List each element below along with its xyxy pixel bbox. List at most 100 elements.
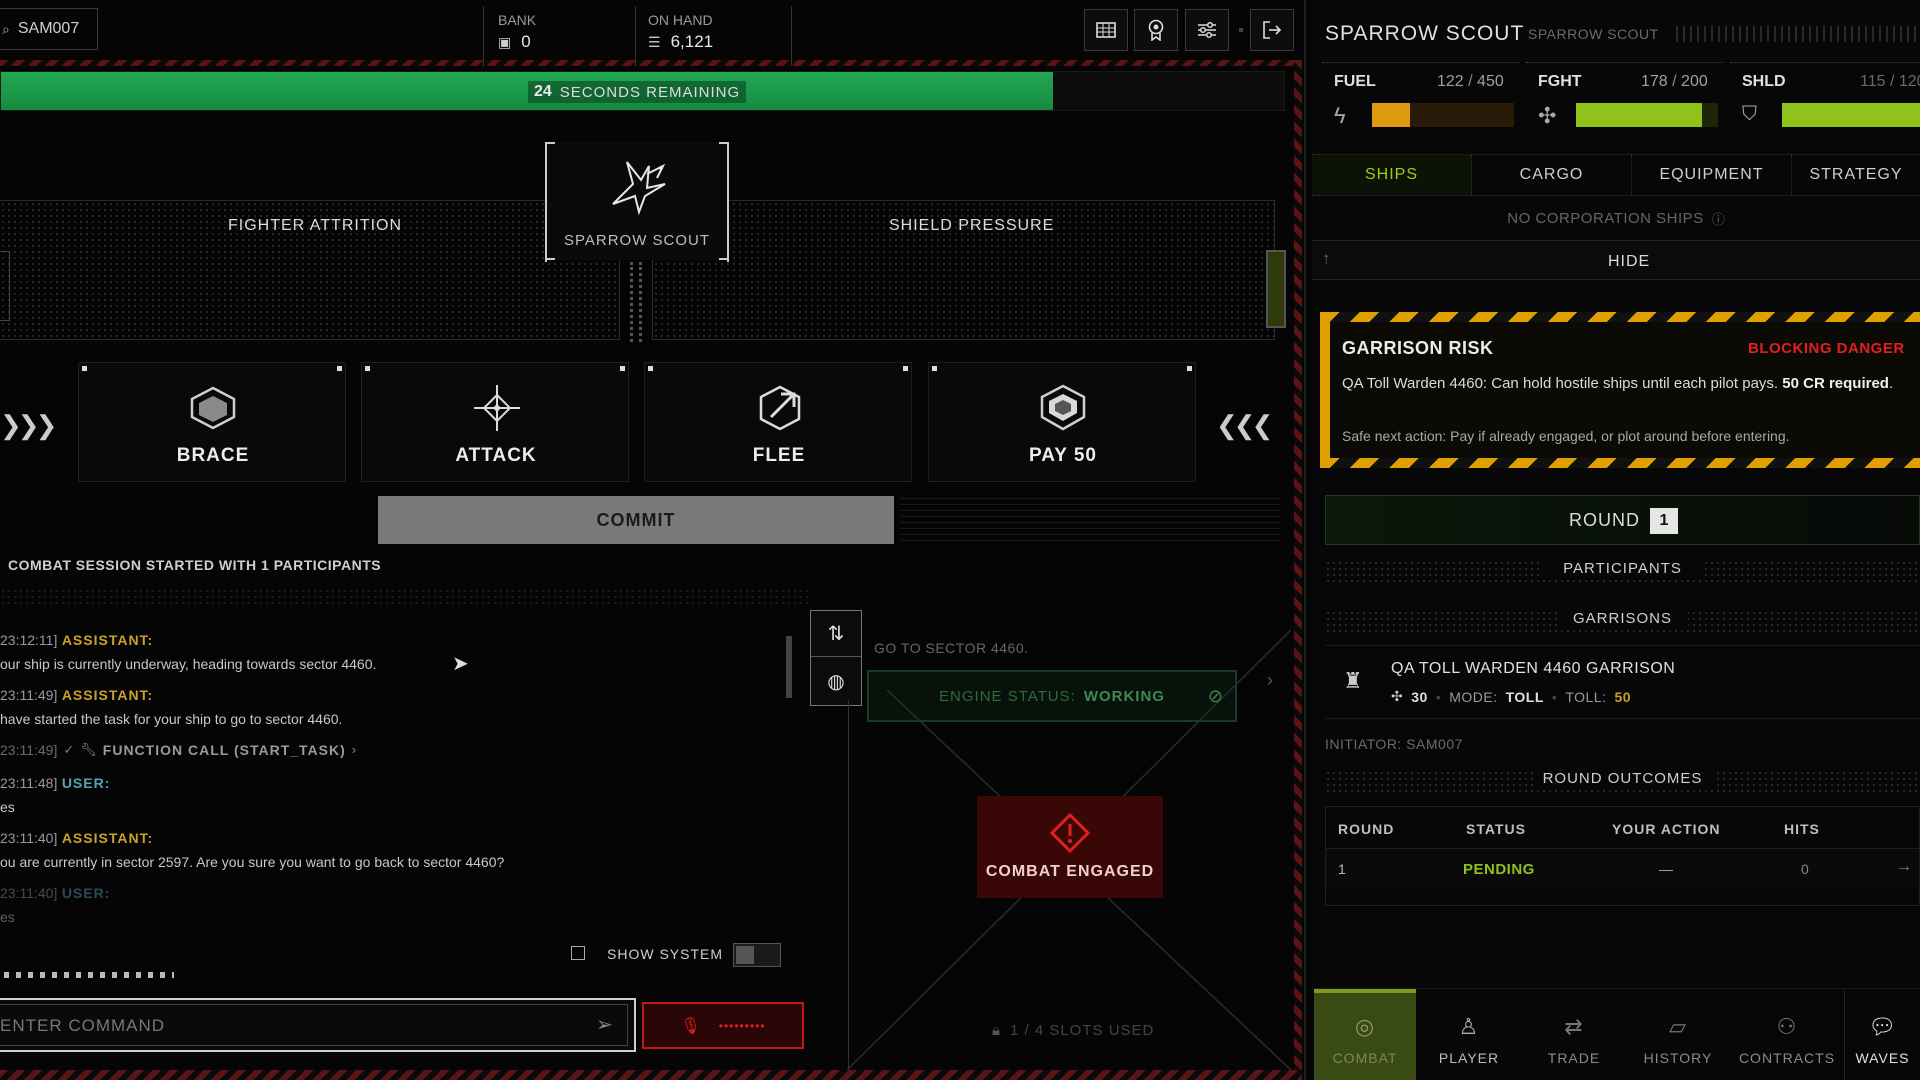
ship-subname: SPARROW SCOUT xyxy=(1528,26,1659,42)
th-round: ROUND xyxy=(1338,821,1395,837)
tab-strategy[interactable]: STRATEGY xyxy=(1792,155,1920,195)
timer-label: SECONDS REMAINING xyxy=(559,83,741,101)
th-hits: HITS xyxy=(1784,821,1820,837)
copy-icon[interactable] xyxy=(571,946,585,960)
blocking-danger-badge: BLOCKING DANGER xyxy=(1748,340,1905,357)
garrison-desc-end: . xyxy=(1888,375,1894,392)
waves-chat-icon: 💬︎ xyxy=(1868,1014,1897,1039)
garrison-item-name: QA TOLL WARDEN 4460 GARRISON xyxy=(1391,660,1676,677)
tab-strategy-label: STRATEGY xyxy=(1809,166,1903,183)
ship-card-label: SPARROW SCOUT xyxy=(563,232,711,249)
slots-used-text: 1 / 4 SLOTS USED xyxy=(1009,1022,1155,1039)
fuel-values: 122 / 450 xyxy=(1437,73,1504,90)
shld-bar-track xyxy=(1782,103,1920,127)
badge-button[interactable] xyxy=(1134,9,1178,51)
hazard-border-right xyxy=(1294,60,1302,1080)
search-icon: ⌕ xyxy=(2,20,10,37)
username: SAM007 xyxy=(17,20,80,37)
shld-stat: SHLD 115 / 120 ⛉ xyxy=(1730,62,1920,144)
log-msg: es xyxy=(0,909,15,925)
tab-equipment-label: EQUIPMENT xyxy=(1659,166,1764,183)
map-button[interactable] xyxy=(1084,9,1128,51)
log-scrollbar[interactable] xyxy=(786,636,792,698)
log-msg: have started the task for your ship to g… xyxy=(0,711,343,727)
combat-nav-icon: ◎ xyxy=(1354,1014,1376,1039)
user-box[interactable]: ⌕ SAM007 xyxy=(0,8,98,50)
conversation-log[interactable]: 23:12:11] ASSISTANT: our ship is current… xyxy=(0,632,800,932)
shield-pressure-panel: SHIELD PRESSURE xyxy=(652,200,1275,340)
commit-button[interactable]: COMMIT xyxy=(378,496,894,544)
tab-equipment[interactable]: EQUIPMENT xyxy=(1632,155,1792,195)
credits-icon: ☰ xyxy=(648,33,661,50)
th-status: STATUS xyxy=(1466,821,1526,837)
garrison-fighters: 30 xyxy=(1411,688,1428,705)
task-next-icon[interactable]: › xyxy=(1267,670,1273,691)
log-ts: 23:11:48] xyxy=(0,775,58,791)
nav-waves[interactable]: 💬︎ WAVES xyxy=(1844,989,1920,1080)
swap-icon: ⇅ xyxy=(827,623,845,645)
map-icon xyxy=(1096,22,1116,38)
nav-player[interactable]: ♙ PLAYER xyxy=(1416,989,1522,1080)
nav-trade[interactable]: ⇄ TRADE xyxy=(1522,989,1626,1080)
table-row[interactable]: 1 PENDING — 0 → xyxy=(1326,849,1919,889)
row-arrow-icon[interactable]: → xyxy=(1896,858,1912,876)
engine-status-value: WORKING xyxy=(1083,687,1165,705)
nav-history[interactable]: ▱ HISTORY xyxy=(1626,989,1730,1080)
lightning-icon: ϟ xyxy=(1334,103,1346,128)
garrisons-row[interactable]: GARRISONS xyxy=(1325,610,1920,632)
separator-dot xyxy=(1239,28,1243,32)
info-icon[interactable]: ⓘ xyxy=(1712,209,1725,228)
hide-bar[interactable]: ↑ HIDE xyxy=(1312,240,1920,280)
tab-bar: SHIPS CARGO EQUIPMENT STRATEGY xyxy=(1312,154,1920,196)
award-icon xyxy=(1148,19,1164,41)
nav-combat[interactable]: ◎ COMBAT xyxy=(1314,989,1416,1080)
log-msg: ou are currently in sector 2597. Are you… xyxy=(0,854,505,870)
action-attack[interactable]: ATTACK xyxy=(361,362,629,482)
garrison-item[interactable]: ♜ QA TOLL WARDEN 4460 GARRISON ✣ 30 • MO… xyxy=(1325,645,1920,719)
initiator-text: INITIATOR: SAM007 xyxy=(1325,736,1463,752)
round-label: ROUND xyxy=(1569,510,1640,530)
function-call-row[interactable]: 23:11:49] ✓ 🔧︎ FUNCTION CALL (START_TASK… xyxy=(0,742,800,775)
commit-deco-lines xyxy=(900,498,1280,542)
shld-max: 120 xyxy=(1898,73,1920,90)
log-who: ASSISTANT: xyxy=(61,632,154,648)
corp-ships-text: NO CORPORATION SHIPS xyxy=(1507,209,1704,227)
nav-contracts-label: CONTRACTS xyxy=(1738,1050,1836,1066)
log-loader-dots xyxy=(4,972,174,978)
logout-icon xyxy=(1263,21,1282,39)
cancel-task-icon[interactable]: ⊘ xyxy=(1208,686,1223,707)
nav-contracts[interactable]: ⚇ CONTRACTS xyxy=(1730,989,1844,1080)
action-brace[interactable]: BRACE xyxy=(78,362,346,482)
garrisons-label: GARRISONS xyxy=(1557,610,1688,627)
command-input[interactable]: ENTER COMMAND ➢ xyxy=(0,998,636,1052)
logout-button[interactable] xyxy=(1250,9,1294,51)
participants-row[interactable]: PARTICIPANTS xyxy=(1325,560,1920,582)
mic-button[interactable]: 🎙︎ ••••••••• xyxy=(642,1002,804,1049)
send-icon[interactable]: ➢ xyxy=(596,1012,613,1037)
shld-bar-fill xyxy=(1782,103,1920,127)
show-system-toggle[interactable] xyxy=(733,943,781,967)
tab-cargo[interactable]: CARGO xyxy=(1472,155,1632,195)
timer-text: 24 SECONDS REMAINING xyxy=(528,81,747,103)
garrison-risk-desc: QA Toll Warden 4460: Can hold hostile sh… xyxy=(1342,373,1912,395)
pay-toll-icon xyxy=(1040,384,1086,431)
wrench-icon: 🔧︎ xyxy=(80,742,97,757)
settings-button[interactable] xyxy=(1185,9,1229,51)
arrow-up-icon: ↑ xyxy=(1322,249,1331,268)
sliders-icon xyxy=(1198,21,1216,39)
outcomes-header: ROUND STATUS YOUR ACTION HITS xyxy=(1326,807,1919,849)
ship-card[interactable]: SPARROW SCOUT xyxy=(545,142,729,262)
garrison-safe-action: Safe next action: Pay if already engaged… xyxy=(1342,428,1790,444)
fght-bar-fill xyxy=(1576,103,1703,127)
round-box: ROUND 1 xyxy=(1325,495,1920,545)
action-pay[interactable]: PAY 50 xyxy=(928,362,1196,482)
castle-icon: ♜ xyxy=(1343,668,1363,693)
trade-icon: ⇄ xyxy=(1564,1014,1584,1039)
fighter-attrition-panel: FIGHTER ATTRITION xyxy=(0,200,620,340)
tab-ships[interactable]: SHIPS xyxy=(1312,155,1472,195)
action-flee[interactable]: FLEE xyxy=(644,362,912,482)
fuel-bar-track xyxy=(1372,103,1514,127)
bottom-nav: ◎ COMBAT ♙ PLAYER ⇄ TRADE ▱ HISTORY ⚇ CO… xyxy=(1312,988,1920,1080)
fighter-icon: ✣ xyxy=(1538,103,1557,128)
fighter-small-icon: ✣ xyxy=(1391,688,1404,704)
